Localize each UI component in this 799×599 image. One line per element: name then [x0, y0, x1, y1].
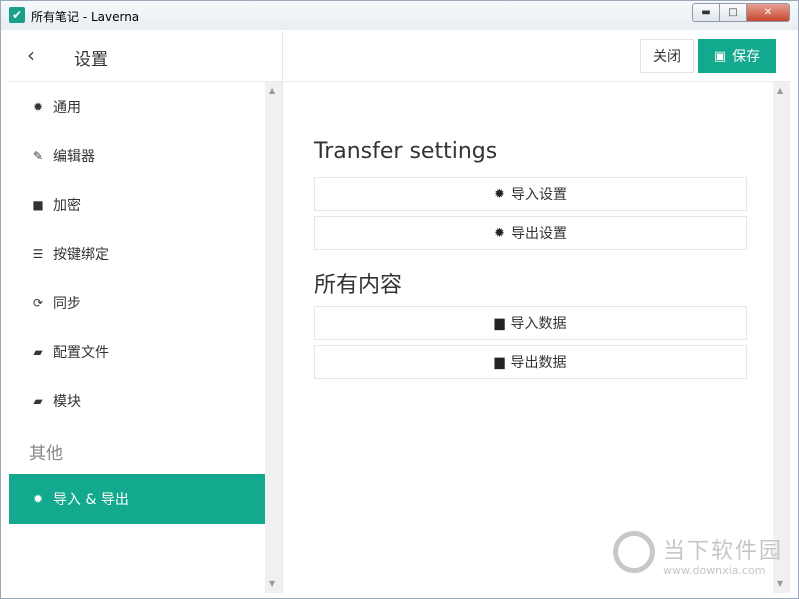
sidebar-item-keybindings[interactable]: ☰ 按键绑定	[9, 229, 265, 278]
watermark-url: www.downxia.com	[663, 564, 766, 577]
back-arrow-icon[interactable]: ‹	[27, 44, 35, 66]
sidebar-scrollbar[interactable]: ▲ ▼	[265, 82, 282, 593]
watermark-logo-icon	[613, 531, 655, 573]
scroll-up-arrow-icon[interactable]: ▲	[269, 86, 275, 95]
settings-sidebar: ‹ 设置 ✹ 通用 ✎ 编辑器 ■ 加密 ☰ 按键绑定 ⟳ 同步 ▰ 配置文件 …	[9, 31, 283, 593]
gear-icon: ✹	[32, 99, 44, 114]
app-window: ✔ 所有笔记 - Laverna ▬ □ ✕ ‹ 设置 ✹ 通用 ✎ 编辑器 ■…	[0, 0, 799, 599]
export-data-button[interactable]: ▆ 导出数据	[314, 345, 747, 379]
settings-nav: ✹ 通用 ✎ 编辑器 ■ 加密 ☰ 按键绑定 ⟳ 同步 ▰ 配置文件 ▰ 模块 …	[9, 82, 265, 593]
lock-icon: ■	[32, 197, 44, 212]
main-panel: 关闭 ▣ 保存 Transfer settings ✹ 导入设置 ✹ 导出设置 …	[283, 31, 791, 593]
sidebar-header: ‹ 设置	[9, 31, 282, 82]
save-label: 保存	[732, 49, 761, 65]
sidebar-item-general[interactable]: ✹ 通用	[9, 82, 265, 131]
export-settings-button[interactable]: ✹ 导出设置	[314, 216, 747, 250]
pencil-icon: ✎	[32, 148, 44, 163]
scroll-down-arrow-icon[interactable]: ▼	[269, 579, 275, 588]
sidebar-item-encryption[interactable]: ■ 加密	[9, 180, 265, 229]
window-title: 所有笔记 - Laverna	[31, 10, 140, 24]
title-bar[interactable]: ✔ 所有笔记 - Laverna ▬ □ ✕	[1, 1, 798, 30]
minimize-button[interactable]: ▬	[692, 3, 719, 22]
sidebar-item-label: 导入 & 导出	[53, 492, 129, 508]
sync-icon: ⟳	[32, 295, 44, 310]
sidebar-item-label: 通用	[53, 99, 81, 116]
floppy-disk-icon: ▣	[713, 48, 727, 64]
sidebar-item-label: 同步	[53, 295, 81, 312]
import-data-label: 导入数据	[510, 316, 567, 332]
close-button[interactable]: 关闭	[640, 39, 694, 73]
import-data-button[interactable]: ▆ 导入数据	[314, 306, 747, 340]
save-button[interactable]: ▣ 保存	[698, 39, 776, 73]
section-title-all-content: 所有内容	[314, 273, 403, 298]
app-check-icon: ✔	[9, 7, 25, 23]
section-title-transfer: Transfer settings	[314, 139, 498, 164]
sidebar-item-label: 配置文件	[53, 344, 109, 361]
sidebar-item-label: 按键绑定	[53, 246, 109, 263]
close-window-button[interactable]: ✕	[746, 3, 790, 22]
export-settings-label: 导出设置	[510, 226, 567, 242]
sidebar-item-modules[interactable]: ▰ 模块	[9, 376, 265, 425]
toolbar: 关闭 ▣ 保存	[283, 31, 791, 82]
window-controls: ▬ □ ✕	[692, 3, 790, 22]
maximize-button[interactable]: □	[719, 3, 746, 22]
import-settings-button[interactable]: ✹ 导入设置	[314, 177, 747, 211]
sidebar-title: 设置	[74, 50, 108, 70]
sidebar-item-editor[interactable]: ✎ 编辑器	[9, 131, 265, 180]
export-data-label: 导出数据	[510, 355, 567, 371]
sidebar-item-label: 编辑器	[53, 148, 95, 165]
sidebar-item-profiles[interactable]: ▰ 配置文件	[9, 327, 265, 376]
scroll-up-arrow-icon[interactable]: ▲	[777, 86, 783, 95]
gear-icon: ✹	[494, 225, 505, 241]
keyboard-icon: ☰	[32, 246, 44, 261]
client-area: ‹ 设置 ✹ 通用 ✎ 编辑器 ■ 加密 ☰ 按键绑定 ⟳ 同步 ▰ 配置文件 …	[9, 31, 791, 593]
sidebar-item-label: 模块	[53, 393, 81, 410]
book-icon: ▰	[33, 393, 43, 408]
group-label-other: 其他	[29, 444, 63, 464]
gear-icon: ✹	[32, 492, 44, 506]
sidebar-item-import-export[interactable]: ✹ 导入 & 导出	[9, 474, 265, 524]
watermark: 当下软件园 www.downxia.com	[613, 531, 788, 581]
gear-icon: ✹	[494, 186, 505, 202]
file-icon: ▆	[494, 354, 505, 370]
book-icon: ▰	[33, 344, 43, 359]
import-settings-label: 导入设置	[510, 187, 567, 203]
watermark-text: 当下软件园	[663, 539, 784, 564]
sidebar-item-label: 加密	[53, 197, 81, 214]
sidebar-item-sync[interactable]: ⟳ 同步	[9, 278, 265, 327]
main-scrollbar[interactable]: ▲ ▼	[773, 82, 790, 593]
file-icon: ▆	[494, 315, 505, 331]
